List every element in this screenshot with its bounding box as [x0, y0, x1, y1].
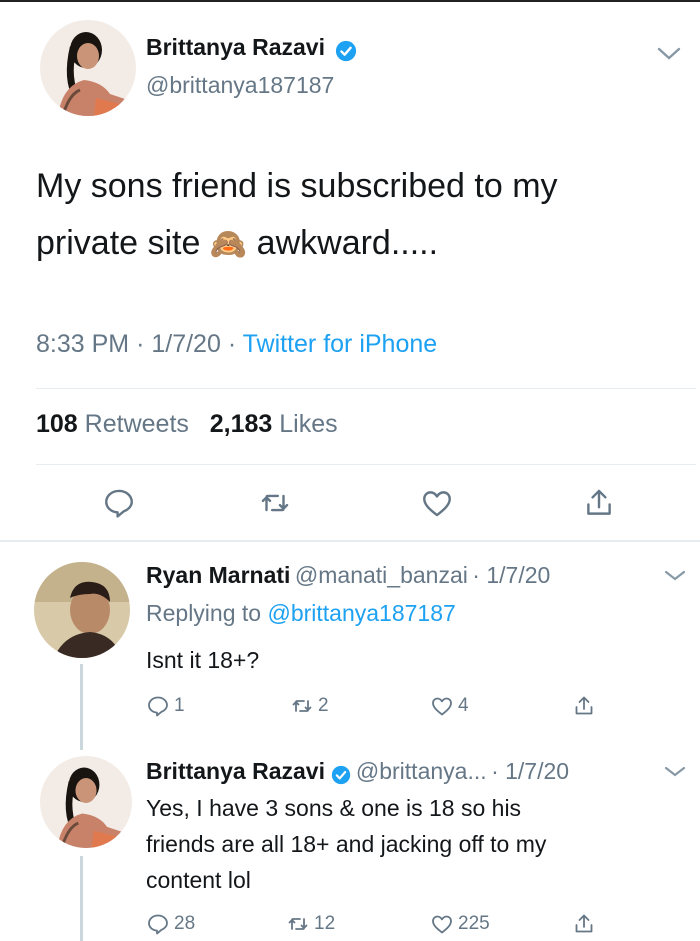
reply-text-line2: friends are all 18+ and jacking off to m…	[146, 831, 547, 857]
reply-header: Ryan Marnati @manati_banzai · 1/7/20	[146, 562, 551, 588]
retweet-icon[interactable]	[258, 486, 292, 520]
tweet-source-link[interactable]: Twitter for iPhone	[243, 330, 438, 358]
reply-text-line3: content lol	[146, 867, 251, 893]
retweets-stat[interactable]: 108 Retweets	[36, 410, 196, 438]
reply-text-line1: Yes, I have 3 sons & one is 18 so his	[146, 795, 522, 821]
retweet-count: 12	[314, 913, 336, 934]
see-no-evil-monkey-emoji: 🙈	[209, 228, 248, 261]
author-name[interactable]: Brittanya Razavi	[146, 34, 325, 60]
replying-to-handle[interactable]: @brittanya187187	[267, 600, 455, 626]
retweet-action[interactable]: 2	[290, 694, 329, 718]
share-icon[interactable]	[582, 486, 616, 520]
divider	[36, 388, 696, 389]
reply-text: Isnt it 18+?	[146, 647, 260, 673]
like-action[interactable]: 225	[430, 912, 490, 936]
tweet-text-line1: My sons friend is subscribed to my	[36, 167, 558, 205]
chevron-down-icon[interactable]	[662, 764, 688, 780]
like-count: 225	[458, 913, 490, 934]
replying-to: Replying to @brittanya187187	[146, 600, 456, 627]
reply-action[interactable]: 1	[146, 694, 185, 718]
likes-stat[interactable]: 2,183 Likes	[210, 410, 338, 438]
retweet-icon	[288, 918, 308, 930]
tweet-text-line2: private site 🙈 awkward.....	[36, 215, 676, 273]
like-count: 4	[458, 695, 469, 716]
tweet-date[interactable]: 1/7/20	[151, 330, 221, 358]
retweet-action[interactable]: 12	[286, 912, 335, 936]
share-action[interactable]	[572, 912, 600, 936]
author-handle[interactable]: @brittanya187187	[146, 72, 334, 99]
share-icon	[575, 914, 593, 933]
tweet-stats: 108 Retweets 2,183 Likes	[36, 410, 338, 439]
avatar[interactable]	[40, 20, 136, 116]
tweet-time[interactable]: 8:33 PM	[36, 330, 129, 358]
divider	[0, 540, 700, 542]
retweets-count: 108	[36, 410, 78, 438]
likes-label: Likes	[279, 410, 338, 438]
like-heart-icon	[432, 697, 452, 716]
tweet-meta: 8:33 PM · 1/7/20 · Twitter for iPhone	[36, 330, 438, 358]
verified-badge-icon	[331, 765, 351, 785]
reply-header: Brittanya Razavi @brittanya... · 1/7/20	[146, 758, 570, 785]
top-border	[0, 0, 700, 2]
reply-author-handle[interactable]: @manati_banzai	[295, 562, 468, 588]
chevron-down-icon[interactable]	[656, 46, 682, 62]
reply-date[interactable]: 1/7/20	[505, 758, 569, 784]
verified-badge-icon	[335, 40, 357, 62]
reply-date[interactable]: 1/7/20	[486, 562, 550, 588]
like-heart-icon	[432, 915, 452, 934]
thread-connector	[80, 856, 83, 941]
author-row: Brittanya Razavi	[146, 34, 357, 62]
retweet-count: 2	[318, 695, 329, 716]
thread-connector	[80, 664, 83, 750]
reply-icon[interactable]	[102, 486, 136, 520]
reply-author-name[interactable]: Ryan Marnati	[146, 562, 290, 588]
likes-count: 2,183	[209, 410, 273, 438]
reply-author-name[interactable]: Brittanya Razavi	[146, 758, 325, 784]
reply-text: Yes, I have 3 sons & one is 18 so his fr…	[146, 790, 686, 898]
tweet-text-line2-a: private site	[36, 224, 201, 262]
retweet-icon	[292, 700, 312, 712]
divider	[36, 464, 696, 465]
share-action[interactable]	[572, 694, 600, 718]
reply-author-handle[interactable]: @brittanya...	[356, 758, 487, 784]
reply-icon	[148, 696, 168, 717]
avatar[interactable]	[40, 756, 132, 848]
avatar[interactable]	[34, 562, 130, 658]
like-action[interactable]: 4	[430, 694, 469, 718]
like-heart-icon[interactable]	[420, 486, 454, 520]
reply-icon	[148, 914, 168, 935]
reply-action[interactable]: 28	[146, 912, 195, 936]
tweet-text-line2-b: awkward.....	[256, 224, 439, 262]
reply-count: 1	[174, 695, 185, 716]
replying-to-label: Replying to	[146, 600, 262, 626]
retweets-label: Retweets	[84, 410, 189, 438]
chevron-down-icon[interactable]	[662, 568, 688, 584]
share-icon	[575, 696, 593, 715]
tweet-text: My sons friend is subscribed to my priva…	[36, 158, 676, 273]
reply-count: 28	[174, 913, 196, 934]
